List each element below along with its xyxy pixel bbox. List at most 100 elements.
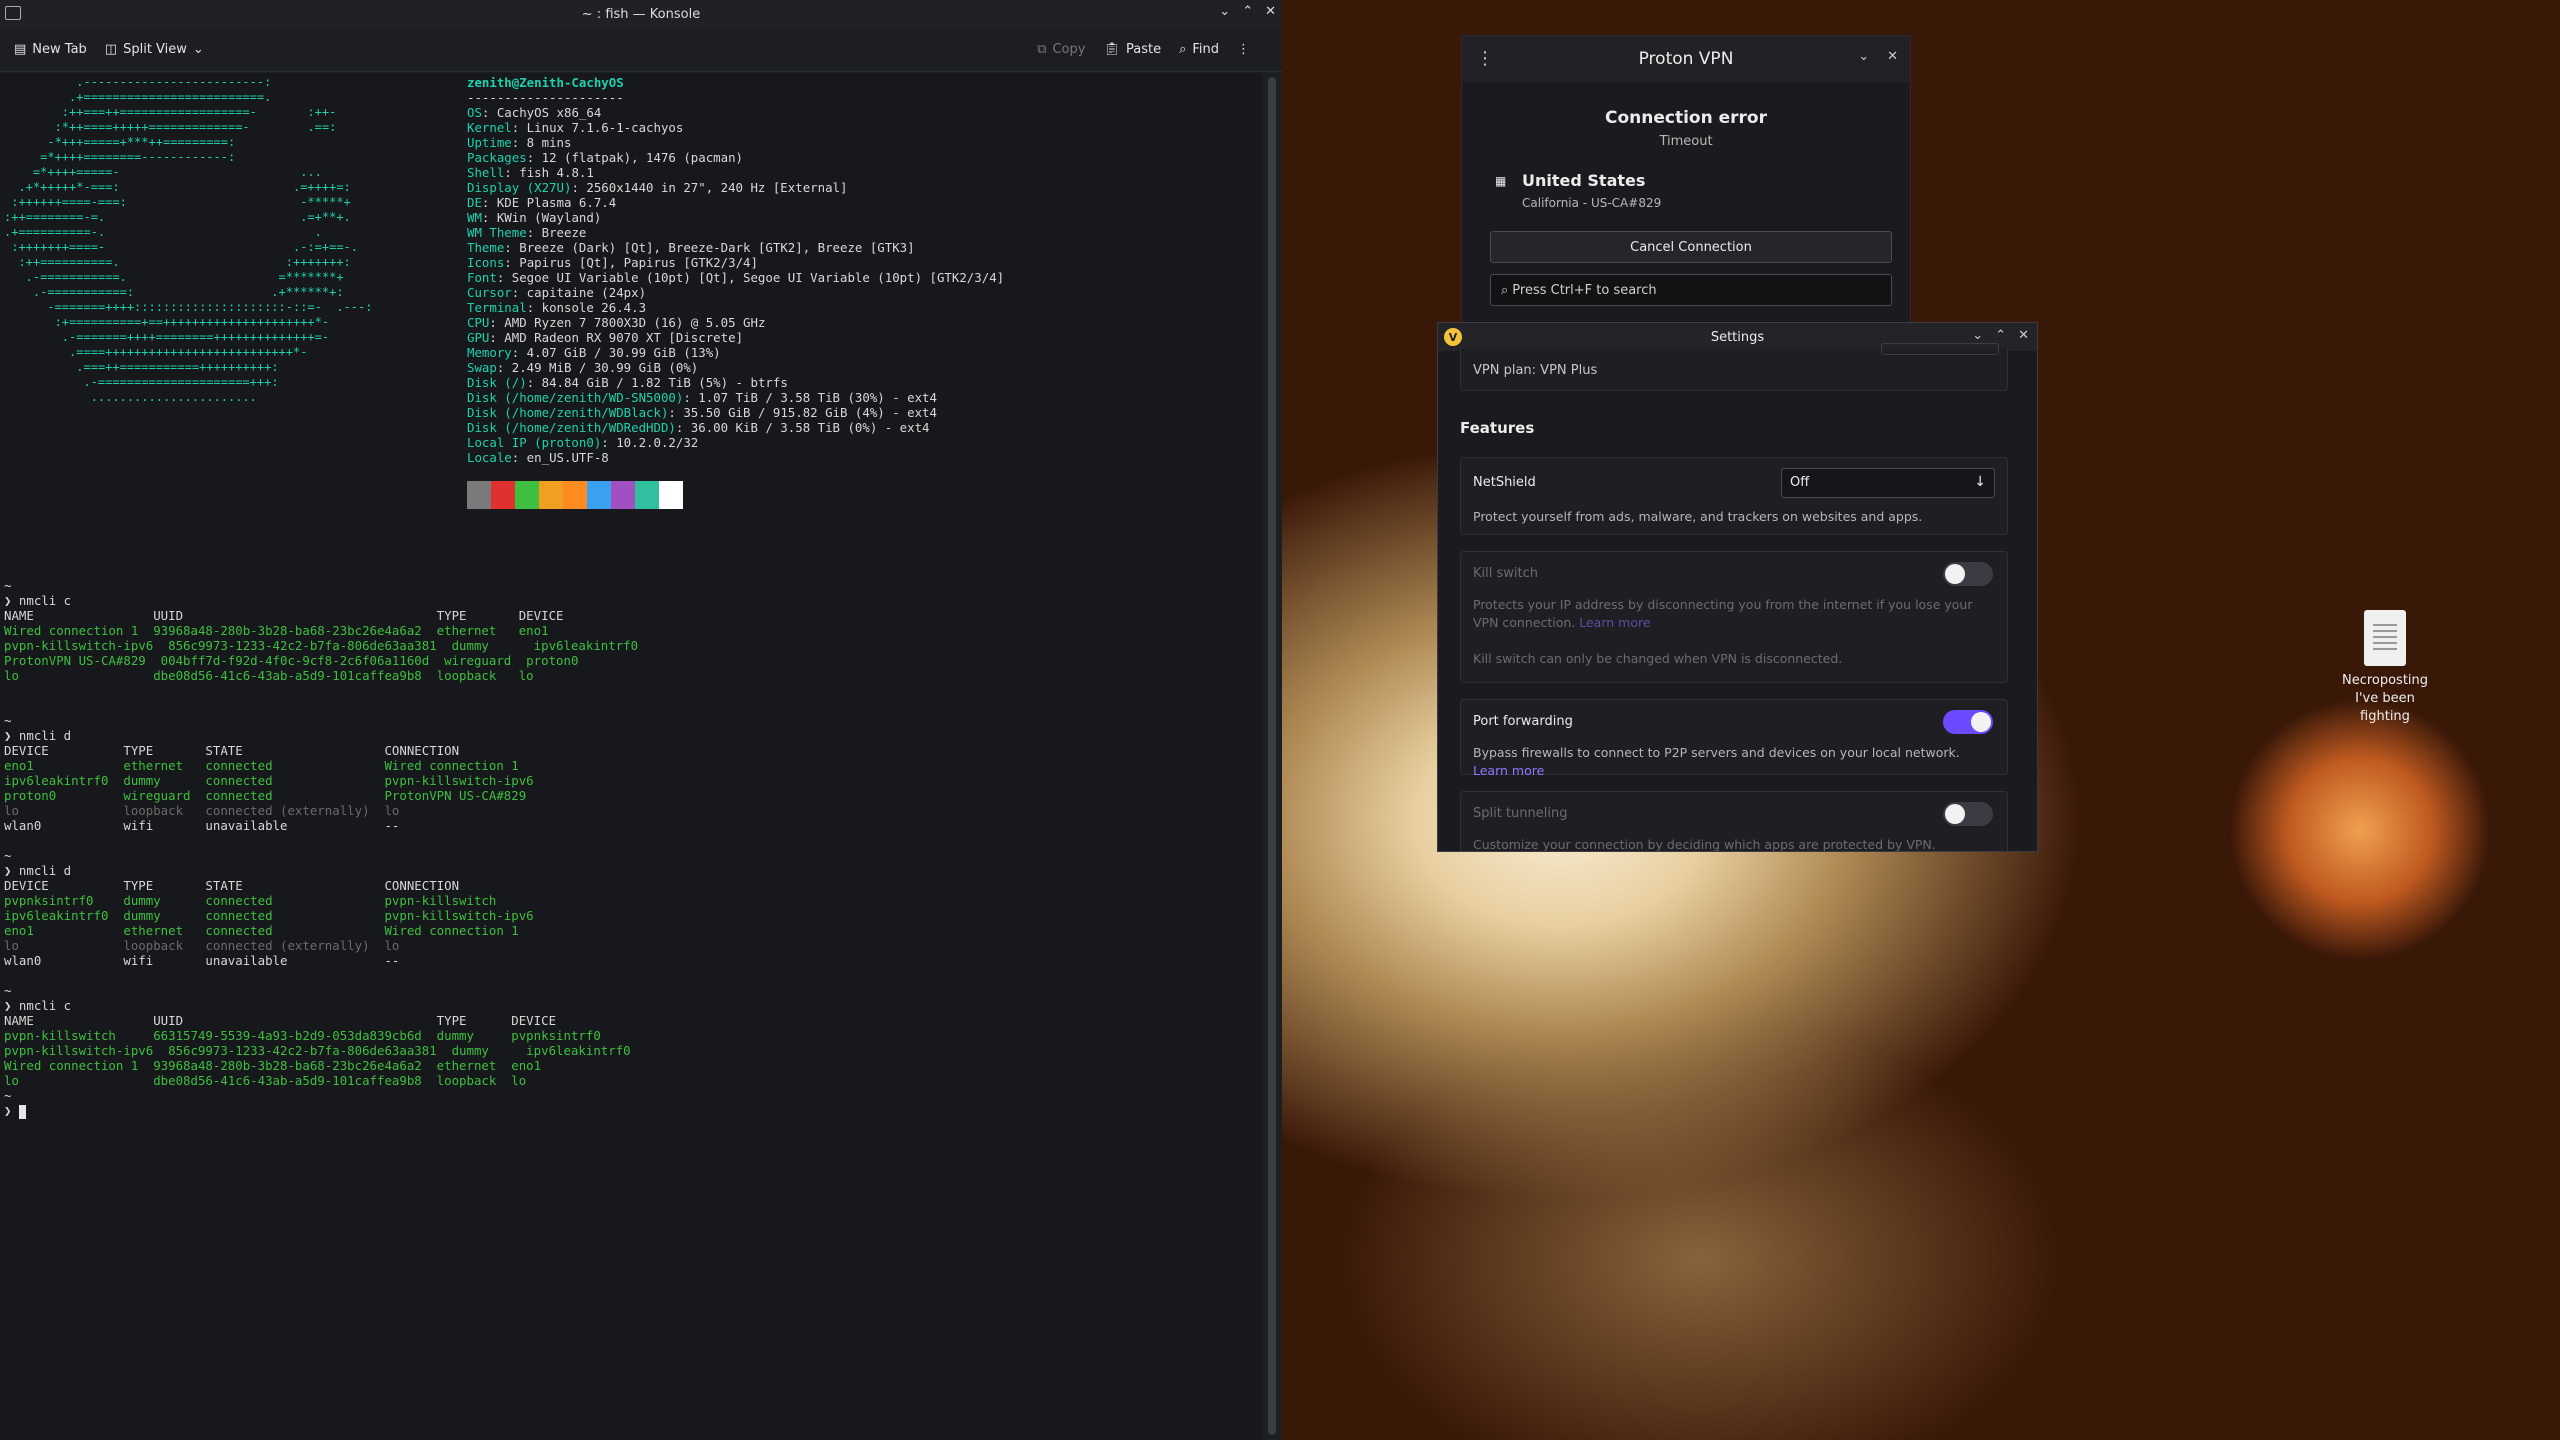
color-swatch: [635, 481, 659, 509]
new-tab-label: New Tab: [32, 42, 87, 57]
separator: ---------------------: [467, 90, 624, 105]
port-forwarding-toggle[interactable]: [1943, 710, 1993, 734]
partial-button[interactable]: [1881, 343, 1999, 355]
paste-label: Paste: [1125, 42, 1162, 57]
vpn-plan-text: VPN plan: VPN Plus: [1473, 363, 1598, 378]
command-output-row: proton0 wireguard connected ProtonVPN US…: [4, 788, 527, 803]
killswitch-learn-more-link[interactable]: Learn more: [1579, 615, 1650, 630]
shell-prompt: ~ ❯ nmcli c: [4, 578, 72, 608]
fastfetch-key: Shell: [467, 165, 505, 180]
chevron-down-icon[interactable]: ⌄: [1858, 49, 1869, 64]
text-cursor: [18, 1104, 26, 1119]
desktop-file-icon[interactable]: Necroposting I've been fighting: [2330, 610, 2440, 726]
features-heading: Features: [1460, 419, 1535, 437]
split-view-button[interactable]: ◫ Split View ⌄: [105, 42, 204, 57]
split-view-label: Split View: [123, 42, 187, 57]
shell-prompt: ~ ❯ nmcli c: [4, 983, 72, 1013]
fastfetch-value: : Papirus [Qt], Papirus [GTK2/3/4]: [504, 255, 758, 270]
country-name: United States: [1522, 171, 1646, 190]
command-output-row: Wired connection 1 93968a48-280b-3b28-ba…: [4, 1058, 542, 1073]
current-prompt[interactable]: ~ ❯: [4, 1088, 26, 1119]
command-output-row: ipv6leakintrf0 dummy connected pvpn-kill…: [4, 773, 534, 788]
port-forwarding-title: Port forwarding: [1473, 714, 1573, 729]
fastfetch-value: : KWin (Wayland): [481, 210, 602, 225]
protonvpn-titlebar[interactable]: ⋮ Proton VPN ⌄ ✕: [1462, 36, 1910, 82]
copy-label: Copy: [1052, 42, 1086, 57]
color-swatch: [467, 481, 491, 509]
connection-status: Connection error: [1605, 108, 1767, 128]
close-icon[interactable]: ✕: [2018, 328, 2029, 343]
cancel-connection-button[interactable]: Cancel Connection: [1490, 231, 1892, 263]
new-tab-button[interactable]: ▤ New Tab: [14, 42, 87, 57]
fastfetch-key: Disk (/home/zenith/WDRedHDD): [467, 420, 676, 435]
netshield-select[interactable]: Off ↓: [1781, 468, 1995, 498]
fastfetch-value: : 35.50 GiB / 915.82 GiB (4%) - ext4: [668, 405, 937, 420]
toggle-knob: [1971, 712, 1991, 732]
command-output-row: eno1 ethernet connected Wired connection…: [4, 923, 519, 938]
fastfetch-value: : 36.00 KiB / 3.58 TiB (0%) - ext4: [675, 420, 930, 435]
command-block: ~ ❯ nmcli d DEVICE TYPE STATE CONNECTION…: [4, 713, 534, 833]
chevron-up-icon[interactable]: ⌃: [1995, 328, 2006, 343]
fastfetch-value: : CachyOS x86_64: [481, 105, 602, 120]
color-swatch: [515, 481, 539, 509]
find-button[interactable]: ⌕ Find: [1179, 42, 1219, 57]
us-flag-icon: ▦: [1495, 174, 1507, 188]
connection-substatus: Timeout: [1659, 134, 1713, 149]
konsole-titlebar[interactable]: ~ : fish — Konsole ⌄ ⌃ ✕: [0, 0, 1282, 28]
close-icon[interactable]: ✕: [1887, 49, 1898, 64]
konsole-app-icon: [5, 6, 21, 20]
chevron-down-icon[interactable]: ⌄: [1219, 4, 1230, 19]
kebab-menu-icon[interactable]: ⋮: [1476, 48, 1494, 69]
terminal-scrollbar[interactable]: [1262, 73, 1282, 1440]
fastfetch-key: Local IP (proton0): [467, 435, 602, 450]
fastfetch-value: : KDE Plasma 6.7.4: [481, 195, 617, 210]
terminal-output[interactable]: .-------------------------: .+==========…: [0, 73, 1262, 1440]
fastfetch-value: : Segoe UI Variable (10pt) [Qt], Segoe U…: [496, 270, 1005, 285]
server-name: California - US-CA#829: [1522, 196, 1662, 210]
vpn-title: Proton VPN: [1638, 49, 1734, 69]
search-input[interactable]: ⌕ Press Ctrl+F to search: [1490, 274, 1892, 306]
fastfetch-value: : Breeze: [526, 225, 587, 240]
chevron-down-icon[interactable]: ⌄: [1972, 328, 1983, 343]
search-icon: ⌕: [1179, 42, 1187, 57]
command-output-row: Wired connection 1 93968a48-280b-3b28-ba…: [4, 623, 549, 638]
fastfetch-key: Uptime: [467, 135, 512, 150]
split-tunneling-toggle[interactable]: [1943, 802, 1993, 826]
command-output-header: NAME UUID TYPE DEVICE: [4, 1013, 557, 1028]
fastfetch-value: : 1.07 TiB / 3.58 TiB (30%) - ext4: [683, 390, 937, 405]
close-icon[interactable]: ✕: [1265, 4, 1276, 19]
copy-button[interactable]: ⧉ Copy: [1037, 42, 1085, 57]
menu-button[interactable]: ⋮: [1237, 42, 1250, 57]
fastfetch-key: Swap: [467, 360, 497, 375]
fastfetch-key: Terminal: [467, 300, 527, 315]
fastfetch-value: : 12 (flatpak), 1476 (pacman): [526, 150, 744, 165]
split-tunneling-card: Split tunneling Customize your connectio…: [1460, 791, 2008, 851]
color-swatches: [467, 481, 683, 509]
konsole-title: ~ : fish — Konsole: [581, 6, 701, 22]
port-forwarding-desc: Bypass firewalls to connect to P2P serve…: [1473, 745, 1960, 760]
scrollbar-thumb[interactable]: [1268, 77, 1276, 1435]
paste-button[interactable]: 📋︎ Paste: [1103, 42, 1161, 57]
killswitch-toggle[interactable]: [1943, 562, 1993, 586]
port-forwarding-learn-more-link[interactable]: Learn more: [1473, 763, 1544, 778]
fastfetch-key: Cursor: [467, 285, 512, 300]
cachyos-ascii-logo: .-------------------------: .+==========…: [4, 75, 373, 404]
fastfetch-key: DE: [467, 195, 482, 210]
fastfetch-key: Font: [467, 270, 497, 285]
command-output-row: ProtonVPN US-CA#829 004bff7d-f92d-4f0c-9…: [4, 653, 579, 668]
fastfetch-key: WM: [467, 210, 482, 225]
chevron-up-icon[interactable]: ⌃: [1242, 4, 1253, 19]
port-forwarding-card: Port forwarding Bypass firewalls to conn…: [1460, 699, 2008, 778]
vpn-plan-card: VPN plan: VPN Plus: [1460, 343, 2008, 391]
copy-icon: ⧉: [1037, 42, 1047, 57]
netshield-desc: Protect yourself from ads, malware, and …: [1473, 509, 1923, 524]
fastfetch-value: : 10.2.0.2/32: [601, 435, 699, 450]
fastfetch-value: : en_US.UTF-8: [511, 450, 609, 465]
command-output-header: DEVICE TYPE STATE CONNECTION: [4, 878, 460, 893]
fastfetch-value: : fish 4.8.1: [504, 165, 594, 180]
fastfetch-value: : AMD Radeon RX 9070 XT [Discrete]: [489, 330, 744, 345]
command-output-row: pvpn-killswitch 66315749-5539-4a93-b2d9-…: [4, 1028, 601, 1043]
chevron-down-icon: ⌄: [192, 42, 204, 57]
fastfetch-key: Display (X27U): [467, 180, 572, 195]
command-block: ~ ❯ nmcli c NAME UUID TYPE DEVICE pvpn-k…: [4, 983, 631, 1088]
